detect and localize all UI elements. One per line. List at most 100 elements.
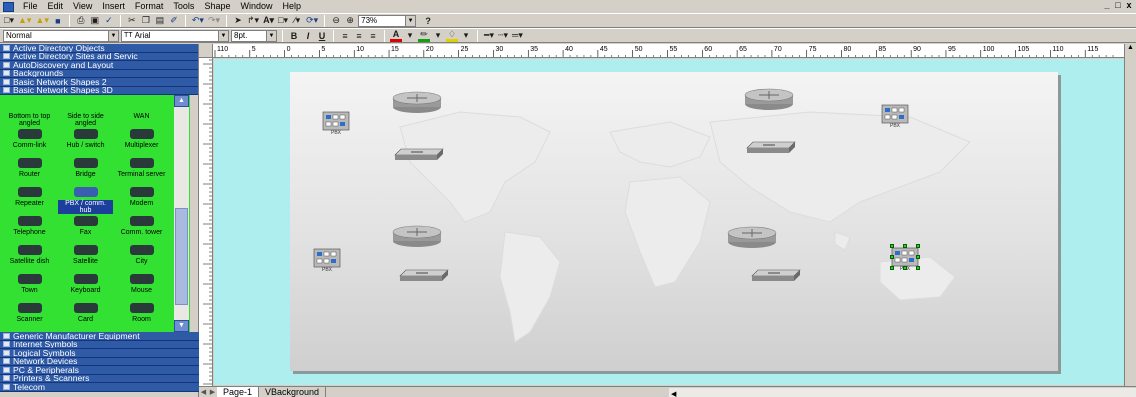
router-shape[interactable] bbox=[726, 225, 778, 249]
text-tool-icon[interactable]: A▾ bbox=[262, 15, 275, 27]
stencil-autodiscovery[interactable]: AutoDiscovery and Layout bbox=[0, 61, 198, 70]
print-icon[interactable]: ⎙ bbox=[75, 15, 87, 27]
selection-handle[interactable] bbox=[903, 244, 907, 248]
chevron-down-icon[interactable]: ▼ bbox=[218, 30, 228, 41]
chevron-down-icon[interactable]: ▼ bbox=[108, 30, 118, 41]
drawing-canvas[interactable]: PBX PBX PBX PBX bbox=[214, 59, 1124, 385]
selection-handle[interactable] bbox=[916, 255, 920, 259]
chevron-down-icon[interactable]: ▾ bbox=[404, 30, 416, 42]
redo-icon[interactable]: ↷▾ bbox=[207, 15, 221, 27]
stencil-icon[interactable]: ▲▾ bbox=[34, 15, 49, 27]
vertical-scrollbar[interactable]: ▲ bbox=[1124, 44, 1136, 386]
menu-insert[interactable]: Insert bbox=[97, 0, 130, 13]
save-icon[interactable]: ■ bbox=[52, 15, 64, 27]
stencil-logical-symbols[interactable]: Logical Symbols bbox=[0, 349, 199, 358]
menu-file[interactable]: File bbox=[18, 0, 43, 13]
vertical-ruler[interactable] bbox=[199, 44, 213, 386]
help-icon[interactable]: ? bbox=[422, 15, 434, 27]
connector-tool-icon[interactable]: ↱▾ bbox=[246, 15, 260, 27]
italic-button[interactable]: I bbox=[302, 30, 314, 42]
selection-handle[interactable] bbox=[916, 266, 920, 270]
next-page-icon[interactable]: ▶ bbox=[208, 388, 217, 397]
stencil-basic-network-3d[interactable]: Basic Network Shapes 3D bbox=[0, 86, 198, 95]
chevron-down-icon[interactable]: ▾ bbox=[432, 30, 444, 42]
style-combo[interactable]: Normal ▼ bbox=[3, 29, 119, 42]
open-folder-icon[interactable]: ▲▾ bbox=[17, 15, 32, 27]
stencil-internet-symbols[interactable]: Internet Symbols bbox=[0, 340, 199, 349]
bold-button[interactable]: B bbox=[288, 30, 300, 42]
font-combo[interactable]: TT Arial ▼ bbox=[121, 29, 229, 42]
scroll-up-icon[interactable]: ▲ bbox=[174, 95, 189, 107]
zoom-out-icon[interactable]: ⊖ bbox=[330, 15, 342, 27]
print-preview-icon[interactable]: ▣ bbox=[89, 15, 101, 27]
stencil-printers-scanners[interactable]: Printers & Scanners bbox=[0, 374, 199, 383]
undo-icon[interactable]: ↶▾ bbox=[191, 15, 205, 27]
fill-color-icon[interactable]: ♢ bbox=[446, 29, 458, 42]
selected-pbx-shape[interactable]: PBX bbox=[890, 244, 920, 272]
drawing-page[interactable] bbox=[290, 72, 1058, 371]
underline-button[interactable]: U bbox=[316, 30, 328, 42]
scroll-down-icon[interactable]: ▼ bbox=[174, 320, 189, 332]
router-shape[interactable] bbox=[743, 87, 795, 111]
rectangle-tool-icon[interactable]: □▾ bbox=[277, 15, 289, 27]
ruler-corner[interactable] bbox=[199, 44, 213, 58]
menu-help[interactable]: Help bbox=[277, 0, 306, 13]
pbx-shape[interactable]: PBX bbox=[312, 245, 342, 273]
selection-handle[interactable] bbox=[903, 266, 907, 270]
font-color-button[interactable]: A bbox=[390, 29, 402, 42]
tab-vbackground[interactable]: VBackground bbox=[259, 386, 327, 397]
line-color-icon[interactable]: ✏ bbox=[418, 29, 430, 42]
scroll-left-icon[interactable]: ◀ bbox=[671, 391, 676, 397]
rotate-tool-icon[interactable]: ⟳▾ bbox=[305, 15, 319, 27]
menu-window[interactable]: Window bbox=[235, 0, 277, 13]
router-shape[interactable] bbox=[391, 224, 443, 248]
restore-button[interactable]: □ bbox=[1113, 0, 1123, 11]
stencil-telecom[interactable]: Telecom bbox=[0, 383, 199, 392]
align-left-icon[interactable]: ≡ bbox=[339, 30, 351, 42]
line-tool-icon[interactable]: ∕▾ bbox=[291, 15, 303, 27]
chevron-down-icon[interactable]: ▼ bbox=[266, 30, 276, 41]
menu-edit[interactable]: Edit bbox=[43, 0, 69, 13]
stencil-basic-network-2[interactable]: Basic Network Shapes 2 bbox=[0, 78, 198, 87]
close-button[interactable]: x bbox=[1124, 0, 1134, 11]
new-document-icon[interactable]: □▾ bbox=[3, 15, 15, 27]
stencil-network-devices[interactable]: Network Devices bbox=[0, 357, 199, 366]
paste-icon[interactable]: ▤ bbox=[154, 15, 166, 27]
format-painter-icon[interactable]: ✐ bbox=[168, 15, 180, 27]
switch-shape[interactable] bbox=[398, 268, 450, 282]
scrollbar-thumb[interactable] bbox=[175, 208, 188, 305]
align-center-icon[interactable]: ≡ bbox=[353, 30, 365, 42]
stencil-generic-manufacturer[interactable]: Generic Manufacturer Equipment bbox=[0, 332, 199, 341]
switch-shape[interactable] bbox=[393, 147, 445, 161]
zoom-combo[interactable]: 73% ▼ bbox=[358, 14, 417, 27]
scroll-up-icon[interactable]: ▲ bbox=[1125, 44, 1136, 54]
stencil-scrollbar[interactable]: ▲ ▼ bbox=[174, 95, 189, 332]
selection-handle[interactable] bbox=[890, 244, 894, 248]
stencil-active-directory-objects[interactable]: Active Directory Objects bbox=[0, 44, 198, 53]
stencil-backgrounds[interactable]: Backgrounds bbox=[0, 69, 198, 78]
switch-shape[interactable] bbox=[745, 140, 797, 154]
router-shape[interactable] bbox=[391, 90, 443, 114]
horizontal-scrollbar[interactable]: ◀ bbox=[669, 388, 1136, 397]
horizontal-ruler[interactable]: 110 5 0 5 10 15 20 25 30 35 40 45 50 55 60 65 70 75 80 85 90… bbox=[213, 44, 1124, 58]
copy-icon[interactable]: ❐ bbox=[140, 15, 152, 27]
line-pattern-icon[interactable]: ┄▾ bbox=[497, 30, 509, 42]
menu-shape[interactable]: Shape bbox=[199, 0, 235, 13]
chevron-down-icon[interactable]: ▾ bbox=[460, 30, 472, 42]
cut-icon[interactable]: ✂ bbox=[126, 15, 138, 27]
selection-handle[interactable] bbox=[916, 244, 920, 248]
menu-format[interactable]: Format bbox=[130, 0, 169, 13]
selection-handle[interactable] bbox=[890, 266, 894, 270]
visio-app-icon[interactable] bbox=[3, 1, 14, 12]
tab-page-1[interactable]: Page-1 bbox=[217, 386, 260, 397]
line-weight-icon[interactable]: ━▾ bbox=[483, 30, 495, 42]
zoom-in-icon[interactable]: ⊕ bbox=[344, 15, 356, 27]
switch-shape[interactable] bbox=[750, 268, 802, 282]
align-right-icon[interactable]: ≡ bbox=[367, 30, 379, 42]
pbx-shape[interactable]: PBX bbox=[880, 101, 910, 129]
minimize-button[interactable]: _ bbox=[1102, 0, 1112, 11]
menu-view[interactable]: View bbox=[68, 0, 97, 13]
stencil-active-directory-sites[interactable]: Active Directory Sites and Servic bbox=[0, 52, 198, 61]
spelling-icon[interactable]: ✓ bbox=[103, 15, 115, 27]
chevron-down-icon[interactable]: ▼ bbox=[405, 15, 416, 26]
